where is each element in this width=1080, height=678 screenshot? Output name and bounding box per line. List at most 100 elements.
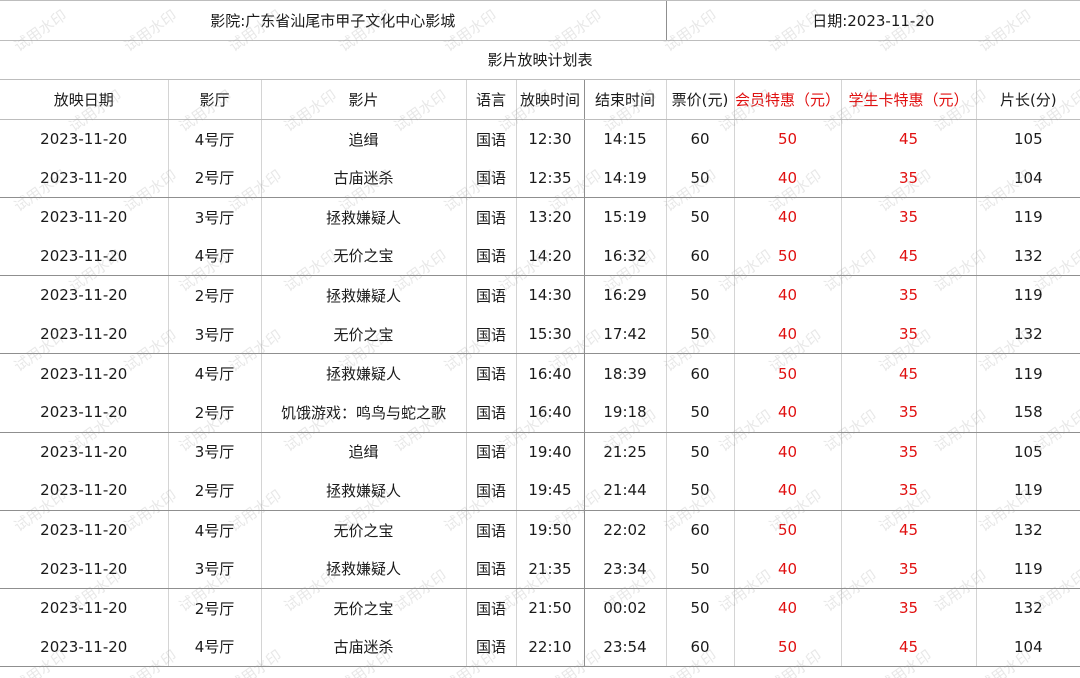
cell-end-time: 17:42	[583, 314, 667, 355]
cell-date: 2023-11-20	[0, 236, 168, 277]
cell-duration: 105	[975, 432, 1080, 472]
cell-start-time: 16:40	[515, 353, 584, 393]
cell-language: 国语	[465, 314, 516, 355]
cell-price: 60	[665, 510, 735, 550]
table-row: 2023-11-20 2号厅 拯救嫌疑人 国语 14:30 16:29 50 40 35 119	[0, 275, 1080, 315]
cell-date: 2023-11-20	[0, 471, 168, 511]
cell-student-price: 35	[840, 392, 977, 433]
table-row: 2023-11-20 3号厅 无价之宝 国语 15:30 17:42 50 40 35 132	[0, 314, 1080, 355]
cell-film: 古庙迷杀	[260, 627, 466, 668]
cell-language: 国语	[465, 392, 516, 433]
table-title: 影片放映计划表	[0, 40, 1080, 81]
cell-start-time: 19:45	[515, 471, 584, 511]
cell-end-time: 23:54	[583, 627, 667, 668]
cell-date: 2023-11-20	[0, 314, 168, 355]
table-row: 2023-11-20 2号厅 无价之宝 国语 21:50 00:02 50 40 35 132	[0, 588, 1080, 628]
cell-date: 2023-11-20	[0, 392, 168, 433]
schedule-table: 影院:广东省汕尾市甲子文化中心影城 日期:2023-11-20 影片放映计划表 …	[0, 0, 1080, 668]
cell-hall: 3号厅	[167, 314, 261, 355]
cell-hall: 3号厅	[167, 197, 261, 237]
table-row: 2023-11-20 2号厅 饥饿游戏：鸣鸟与蛇之歌 国语 16:40 19:18 50 40…	[0, 392, 1080, 433]
cell-member-price: 40	[733, 432, 842, 472]
cell-film: 拯救嫌疑人	[260, 471, 466, 511]
cell-student-price: 35	[840, 275, 977, 315]
cell-start-time: 12:35	[515, 158, 584, 198]
cell-hall: 3号厅	[167, 549, 261, 589]
cell-duration: 119	[975, 197, 1080, 237]
cell-price: 50	[665, 197, 735, 237]
cell-student-price: 35	[840, 588, 977, 628]
col-header-end-time: 结束时间	[583, 79, 667, 120]
cell-end-time: 21:25	[583, 432, 667, 472]
col-header-duration: 片长(分)	[975, 79, 1080, 120]
cell-date: 2023-11-20	[0, 549, 168, 589]
cell-price: 50	[665, 314, 735, 355]
cinema-name: 影院:广东省汕尾市甲子文化中心影城	[0, 0, 667, 41]
cell-duration: 132	[975, 510, 1080, 550]
cell-language: 国语	[465, 588, 516, 628]
cell-price: 60	[665, 353, 735, 393]
cell-duration: 119	[975, 275, 1080, 315]
cell-hall: 2号厅	[167, 588, 261, 628]
cell-end-time: 00:02	[583, 588, 667, 628]
cell-member-price: 40	[733, 197, 842, 237]
cell-end-time: 23:34	[583, 549, 667, 589]
cell-hall: 2号厅	[167, 471, 261, 511]
cell-duration: 119	[975, 549, 1080, 589]
cell-film: 无价之宝	[260, 236, 466, 277]
cell-hall: 2号厅	[167, 158, 261, 198]
cell-student-price: 45	[840, 119, 977, 159]
col-header-start-time: 放映时间	[515, 79, 584, 120]
cell-language: 国语	[465, 432, 516, 472]
cell-end-time: 16:29	[583, 275, 667, 315]
cell-start-time: 14:20	[515, 236, 584, 277]
cell-duration: 119	[975, 471, 1080, 511]
cell-start-time: 19:50	[515, 510, 584, 550]
cell-start-time: 16:40	[515, 392, 584, 433]
cell-hall: 4号厅	[167, 353, 261, 393]
table-row: 2023-11-20 4号厅 无价之宝 国语 14:20 16:32 60 50 45 132	[0, 236, 1080, 277]
cell-film: 拯救嫌疑人	[260, 549, 466, 589]
cell-hall: 2号厅	[167, 275, 261, 315]
cell-date: 2023-11-20	[40, 130, 128, 149]
cell-member-price: 40	[733, 158, 842, 198]
cell-hall: 4号厅	[167, 236, 261, 277]
cell-student-price: 45	[840, 236, 977, 277]
cell-price: 50	[665, 432, 735, 472]
cell-duration: 158	[975, 392, 1080, 433]
cell-language: 国语	[465, 627, 516, 668]
cell-date: 2023-11-20	[40, 208, 128, 227]
cell-film: 无价之宝	[260, 510, 466, 550]
cell-language: 国语	[465, 197, 516, 237]
cell-date: 2023-11-20	[40, 599, 128, 618]
cell-member-price: 40	[733, 471, 842, 511]
col-header-film: 影片	[260, 79, 466, 120]
cell-member-price: 40	[733, 314, 842, 355]
cell-price: 60	[665, 627, 735, 668]
cell-price: 50	[665, 392, 735, 433]
cell-student-price: 35	[840, 314, 977, 355]
cell-duration: 119	[975, 353, 1080, 393]
cell-end-time: 15:19	[583, 197, 667, 237]
cell-duration: 132	[975, 314, 1080, 355]
cell-film: 无价之宝	[260, 314, 466, 355]
cell-language: 国语	[465, 236, 516, 277]
cell-language: 国语	[465, 158, 516, 198]
cell-language: 国语	[465, 353, 516, 393]
cell-film: 饥饿游戏：鸣鸟与蛇之歌	[260, 392, 466, 433]
cell-member-price: 50	[733, 236, 842, 277]
cell-date: 2023-11-20	[40, 442, 128, 461]
cell-end-time: 14:19	[583, 158, 667, 198]
cell-end-time: 19:18	[583, 392, 667, 433]
cell-price: 50	[665, 158, 735, 198]
cell-student-price: 45	[840, 627, 977, 668]
cell-end-time: 16:32	[583, 236, 667, 277]
cell-member-price: 50	[733, 353, 842, 393]
cell-member-price: 40	[733, 588, 842, 628]
cell-hall: 4号厅	[167, 119, 261, 159]
cell-member-price: 40	[733, 392, 842, 433]
cell-member-price: 40	[733, 549, 842, 589]
cell-film: 追缉	[260, 119, 466, 159]
cell-film: 无价之宝	[260, 588, 466, 628]
cell-language: 国语	[465, 510, 516, 550]
